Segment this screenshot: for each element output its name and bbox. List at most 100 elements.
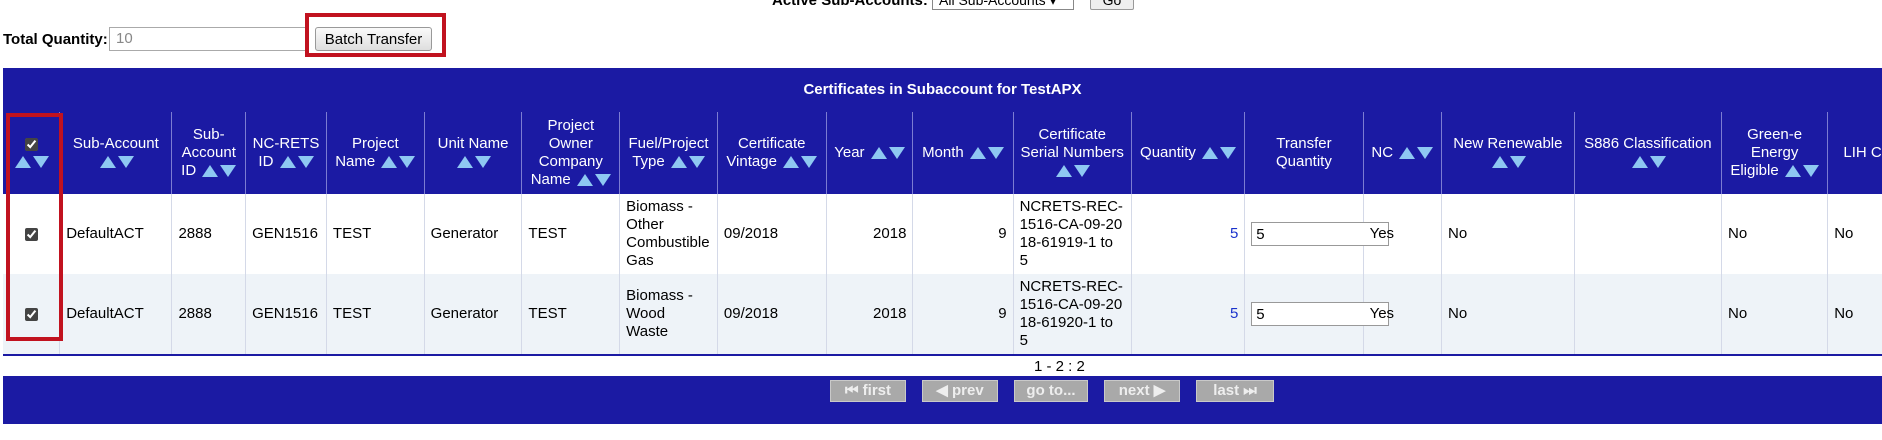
cell-owner: TEST bbox=[521, 194, 621, 274]
cell-month: 9 bbox=[912, 194, 1014, 274]
cell-vintage: 09/2018 bbox=[717, 194, 827, 274]
active-subaccounts-select[interactable]: All Sub-Accounts ▾ bbox=[932, 0, 1074, 10]
header-sub-account-id[interactable]: Sub-Account ID bbox=[171, 112, 247, 194]
cell-ncrets-id: GEN1516 bbox=[245, 274, 327, 354]
cell-quantity: 5 bbox=[1131, 194, 1246, 274]
header-unit-name[interactable]: Unit Name bbox=[424, 112, 523, 194]
header-ncrets-id[interactable]: NC-RETS ID bbox=[245, 112, 327, 194]
row-select-checkbox[interactable] bbox=[24, 227, 38, 241]
sort-asc-icon[interactable] bbox=[670, 156, 687, 169]
sort-desc-icon[interactable] bbox=[220, 165, 237, 178]
cell-s886 bbox=[1574, 274, 1722, 354]
cell-new-renewable: No bbox=[1441, 274, 1575, 354]
cell-s886 bbox=[1574, 194, 1722, 274]
batch-transfer-button[interactable]: Batch Transfer bbox=[315, 27, 432, 51]
sort-asc-icon[interactable] bbox=[279, 156, 296, 169]
sort-asc-icon[interactable] bbox=[1491, 156, 1508, 169]
sort-desc-icon[interactable] bbox=[594, 174, 611, 187]
header-fuel-type[interactable]: Fuel/Project Type bbox=[619, 112, 718, 194]
cell-new-renewable: No bbox=[1441, 194, 1575, 274]
go-button[interactable]: Go bbox=[1090, 0, 1134, 10]
sort-desc-icon[interactable] bbox=[1802, 165, 1819, 178]
sort-asc-icon[interactable] bbox=[870, 147, 887, 160]
cell-green-e: No bbox=[1721, 274, 1829, 354]
header-s886[interactable]: S886 Classification bbox=[1574, 112, 1722, 194]
sort-desc-icon[interactable] bbox=[801, 156, 818, 169]
sort-desc-icon[interactable] bbox=[297, 156, 314, 169]
sort-desc-icon[interactable] bbox=[399, 156, 416, 169]
header-lih[interactable]: LIH Certified bbox=[1827, 112, 1882, 194]
sort-asc-icon[interactable] bbox=[969, 147, 986, 160]
cell-project-name: TEST bbox=[326, 274, 425, 354]
sort-desc-icon[interactable] bbox=[117, 156, 134, 169]
cell-transfer-quantity bbox=[1244, 274, 1390, 354]
transfer-quantity-input[interactable] bbox=[1251, 302, 1390, 326]
header-vintage[interactable]: Certificate Vintage bbox=[717, 112, 827, 194]
header-green-e[interactable]: Green-e Energy Eligible bbox=[1721, 112, 1829, 194]
header-project-name[interactable]: Project Name bbox=[326, 112, 425, 194]
quantity-link[interactable]: 5 bbox=[1230, 225, 1238, 242]
subaccount-filter-bar: Active Sub-Accounts: All Sub-Accounts ▾ … bbox=[0, 0, 1882, 14]
sort-asc-icon[interactable] bbox=[1631, 156, 1648, 169]
header-nc[interactable]: NC bbox=[1363, 112, 1443, 194]
sort-desc-icon[interactable] bbox=[888, 147, 905, 160]
sort-asc-icon[interactable] bbox=[1784, 165, 1801, 178]
sort-desc-icon[interactable] bbox=[688, 156, 705, 169]
row-select-cell bbox=[3, 194, 61, 274]
select-all-header bbox=[3, 112, 61, 194]
transfer-quantity-input[interactable] bbox=[1251, 222, 1390, 246]
certificates-table: Sub-Account Sub-Account ID NC-RETS ID Pr… bbox=[3, 112, 1882, 354]
sort-asc-icon[interactable] bbox=[576, 174, 593, 187]
cell-quantity: 5 bbox=[1131, 274, 1246, 354]
sort-desc-icon[interactable] bbox=[1417, 147, 1434, 160]
cell-unit-name: Generator bbox=[424, 194, 523, 274]
cell-year: 2018 bbox=[826, 194, 914, 274]
cell-fuel-type: Biomass - Wood Waste bbox=[619, 274, 718, 354]
sort-asc-icon[interactable] bbox=[1399, 147, 1416, 160]
sort-asc-icon[interactable] bbox=[202, 165, 219, 178]
header-quantity[interactable]: Quantity bbox=[1131, 112, 1246, 194]
sort-desc-icon[interactable] bbox=[1220, 147, 1237, 160]
sort-asc-icon[interactable] bbox=[15, 156, 32, 169]
header-year[interactable]: Year bbox=[826, 112, 914, 194]
header-sub-account[interactable]: Sub-Account bbox=[59, 112, 173, 194]
cell-sub-account-id: 2888 bbox=[171, 194, 247, 274]
sort-asc-icon[interactable] bbox=[99, 156, 116, 169]
cell-vintage: 09/2018 bbox=[717, 274, 827, 354]
cell-nc: Yes bbox=[1363, 274, 1443, 354]
first-page-button[interactable]: ⏮ first bbox=[830, 380, 906, 402]
active-subaccounts-label: Active Sub-Accounts: bbox=[772, 0, 928, 9]
prev-page-button[interactable]: ◀ prev bbox=[922, 380, 998, 402]
sort-desc-icon[interactable] bbox=[987, 147, 1004, 160]
header-owner[interactable]: Project Owner Company Name bbox=[521, 112, 621, 194]
table-row: DefaultACT 2888 GEN1516 TEST Generator T… bbox=[3, 194, 1882, 274]
last-page-button[interactable]: last ⏭ bbox=[1196, 380, 1274, 402]
sort-desc-icon[interactable] bbox=[1509, 156, 1526, 169]
quantity-link[interactable]: 5 bbox=[1230, 305, 1238, 322]
sort-asc-icon[interactable] bbox=[381, 156, 398, 169]
cell-lih: No bbox=[1827, 194, 1882, 274]
cell-green-e: No bbox=[1721, 194, 1829, 274]
header-serial-numbers[interactable]: Certificate Serial Numbers bbox=[1013, 112, 1132, 194]
sort-desc-icon[interactable] bbox=[33, 156, 50, 169]
cell-year: 2018 bbox=[826, 274, 914, 354]
sort-desc-icon[interactable] bbox=[1074, 165, 1091, 178]
header-month[interactable]: Month bbox=[912, 112, 1014, 194]
sort-asc-icon[interactable] bbox=[1202, 147, 1219, 160]
sort-desc-icon[interactable] bbox=[475, 156, 492, 169]
sort-asc-icon[interactable] bbox=[783, 156, 800, 169]
next-page-button[interactable]: next ▶ bbox=[1104, 380, 1180, 402]
total-quantity-field[interactable]: 10 bbox=[109, 27, 309, 51]
cell-serial-numbers: NCRETS-REC-1516-CA-09-2018-61920-1 to 5 bbox=[1013, 274, 1132, 354]
sort-desc-icon[interactable] bbox=[1649, 156, 1666, 169]
cell-owner: TEST bbox=[521, 274, 621, 354]
sort-asc-icon[interactable] bbox=[1056, 165, 1073, 178]
cell-unit-name: Generator bbox=[424, 274, 523, 354]
goto-page-button[interactable]: go to... bbox=[1014, 380, 1088, 402]
header-new-renewable[interactable]: New Renewable bbox=[1441, 112, 1575, 194]
row-select-checkbox[interactable] bbox=[24, 307, 38, 321]
table-row: DefaultACT 2888 GEN1516 TEST Generator T… bbox=[3, 274, 1882, 354]
select-all-checkbox[interactable] bbox=[24, 137, 38, 151]
sort-asc-icon[interactable] bbox=[457, 156, 474, 169]
header-transfer-quantity: Transfer Quantity bbox=[1244, 112, 1364, 194]
